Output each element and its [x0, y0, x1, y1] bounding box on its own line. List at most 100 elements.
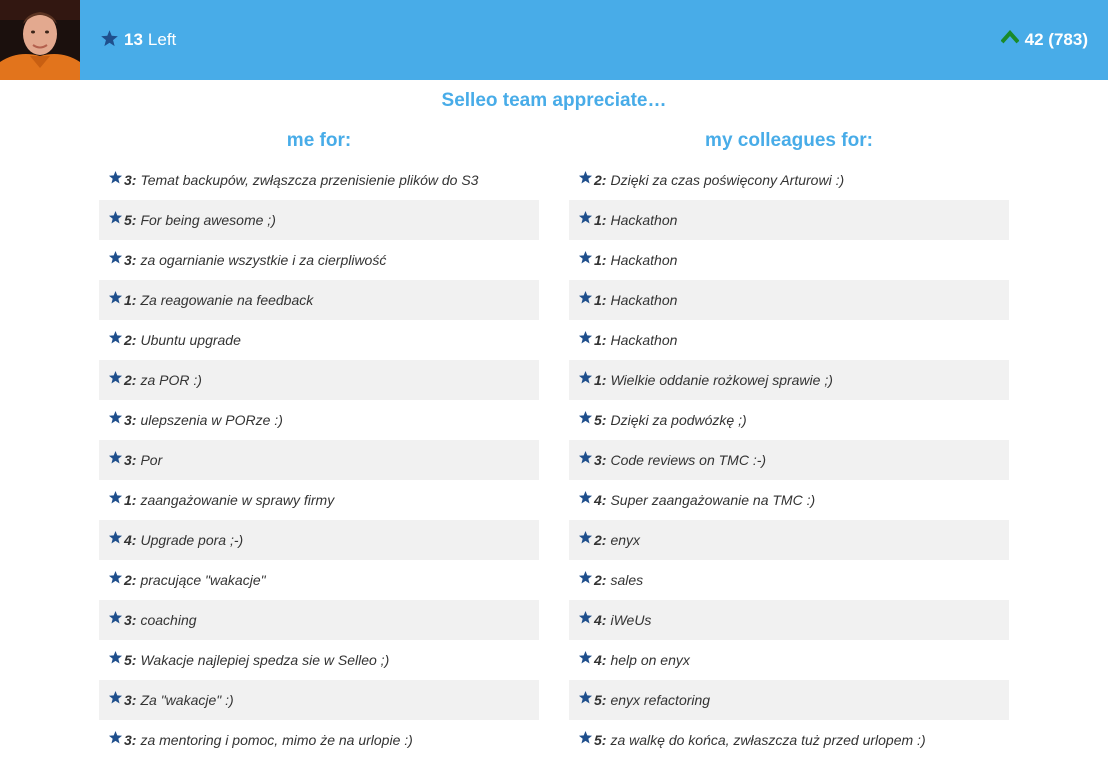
list-item: 1: Hackathon	[569, 280, 1009, 320]
item-colon: :	[131, 212, 137, 228]
item-text: Hackathon	[610, 332, 678, 348]
item-points: 5	[124, 652, 132, 668]
list-item: 3: ulepszenia w PORze :)	[99, 400, 539, 440]
item-points: 1	[594, 212, 602, 228]
item-colon: :	[601, 412, 607, 428]
list-item: 2: za POR :)	[99, 360, 539, 400]
list-item: 1: Hackathon	[569, 200, 1009, 240]
star-icon	[578, 250, 593, 263]
item-points: 1	[594, 252, 602, 268]
star-icon	[108, 170, 123, 183]
item-colon: :	[601, 732, 607, 748]
item-colon: :	[131, 732, 137, 748]
item-text: Za "wakacje" :)	[140, 692, 234, 708]
item-text: Super zaangażowanie na TMC :)	[610, 492, 816, 508]
item-points: 4	[124, 532, 132, 548]
item-points: 5	[124, 212, 132, 228]
colleagues-for-column: my colleagues for: 2: Dzięki za czas pośw…	[569, 128, 1009, 760]
item-colon: :	[601, 452, 607, 468]
list-item: 3: Za "wakacje" :)	[99, 680, 539, 720]
item-points: 5	[594, 732, 602, 748]
star-icon	[108, 410, 123, 423]
item-text: Hackathon	[610, 292, 678, 308]
item-text: ulepszenia w PORze :)	[140, 412, 283, 428]
star-icon	[578, 570, 593, 583]
list-item: 3: coaching	[99, 600, 539, 640]
item-points: 4	[594, 652, 602, 668]
item-points: 4	[594, 612, 602, 628]
stars-left-indicator: 13 Left	[100, 28, 176, 52]
item-text: za walkę do końca, zwłaszcza tuż przed u…	[610, 732, 926, 748]
item-text: Ubuntu upgrade	[140, 332, 241, 348]
star-icon	[101, 29, 118, 46]
list-item: 5: enyx refactoring	[569, 680, 1009, 720]
list-item: 2: Dzięki za czas poświęcony Arturowi :)	[569, 160, 1009, 200]
item-colon: :	[601, 172, 607, 188]
avatar[interactable]	[0, 0, 80, 80]
item-points: 3	[124, 252, 132, 268]
star-icon	[578, 290, 593, 303]
list-item: 2: enyx	[569, 520, 1009, 560]
star-icon	[108, 290, 123, 303]
list-item: 4: Super zaangażowanie na TMC :)	[569, 480, 1009, 520]
me-for-column: me for: 3: Temat backupów, zwłąszcza prze…	[99, 128, 539, 760]
item-text: Hackathon	[610, 252, 678, 268]
star-icon	[578, 730, 593, 743]
list-item: 3: za mentoring i pomoc, mimo że na urlop…	[99, 720, 539, 760]
item-text: coaching	[140, 612, 197, 628]
item-text: Dzięki za podwózkę ;)	[610, 412, 747, 428]
star-icon	[108, 370, 123, 383]
star-icon	[578, 690, 593, 703]
colleagues-for-title: my colleagues for:	[705, 130, 873, 151]
star-icon	[578, 370, 593, 383]
item-text: For being awesome ;)	[140, 212, 276, 228]
item-text: Wielkie oddanie rożkowej sprawie ;)	[610, 372, 833, 388]
item-points: 5	[594, 412, 602, 428]
score-indicator: 42 (783)	[1000, 28, 1088, 52]
star-icon	[108, 530, 123, 543]
star-icon	[108, 210, 123, 223]
item-colon: :	[601, 372, 607, 388]
star-icon	[108, 450, 123, 463]
item-text: Za reagowanie na feedback	[140, 292, 314, 308]
chevron-up-icon	[1000, 30, 1019, 44]
item-colon: :	[131, 412, 137, 428]
item-colon: :	[131, 372, 137, 388]
star-icon	[578, 330, 593, 343]
star-icon	[578, 490, 593, 503]
item-points: 3	[594, 452, 602, 468]
item-text: sales	[610, 572, 644, 588]
item-points: 3	[124, 732, 132, 748]
item-text: Por	[140, 452, 163, 468]
list-item: 5: Wakacje najlepiej spedza sie w Selleo …	[99, 640, 539, 680]
star-icon	[578, 450, 593, 463]
item-points: 2	[594, 532, 602, 548]
star-icon	[578, 610, 593, 623]
item-colon: :	[131, 612, 137, 628]
item-colon: :	[131, 572, 137, 588]
item-points: 2	[594, 172, 602, 188]
item-colon: :	[601, 692, 607, 708]
item-text: za POR :)	[140, 372, 202, 388]
star-icon	[108, 610, 123, 623]
item-text: Code reviews on TMC :-)	[610, 452, 767, 468]
star-icon	[578, 170, 593, 183]
item-points: 2	[594, 572, 602, 588]
item-text: pracujące "wakacje"	[140, 572, 266, 588]
item-text: za mentoring i pomoc, mimo że na urlopie…	[140, 732, 413, 748]
item-points: 3	[124, 452, 132, 468]
item-text: Hackathon	[610, 212, 678, 228]
item-colon: :	[601, 492, 607, 508]
me-for-list: 3: Temat backupów, zwłąszcza przenisienie…	[99, 160, 539, 760]
item-colon: :	[131, 252, 137, 268]
item-colon: :	[601, 252, 607, 268]
list-item: 1: Za reagowanie na feedback	[99, 280, 539, 320]
item-colon: :	[131, 452, 137, 468]
item-points: 5	[594, 692, 602, 708]
avatar-photo	[0, 0, 80, 80]
item-text: Upgrade pora ;-)	[140, 532, 244, 548]
item-text: Dzięki za czas poświęcony Arturowi :)	[610, 172, 845, 188]
item-text: Wakacje najlepiej spedza sie w Selleo ;)	[140, 652, 390, 668]
item-colon: :	[131, 652, 137, 668]
item-points: 3	[124, 692, 132, 708]
